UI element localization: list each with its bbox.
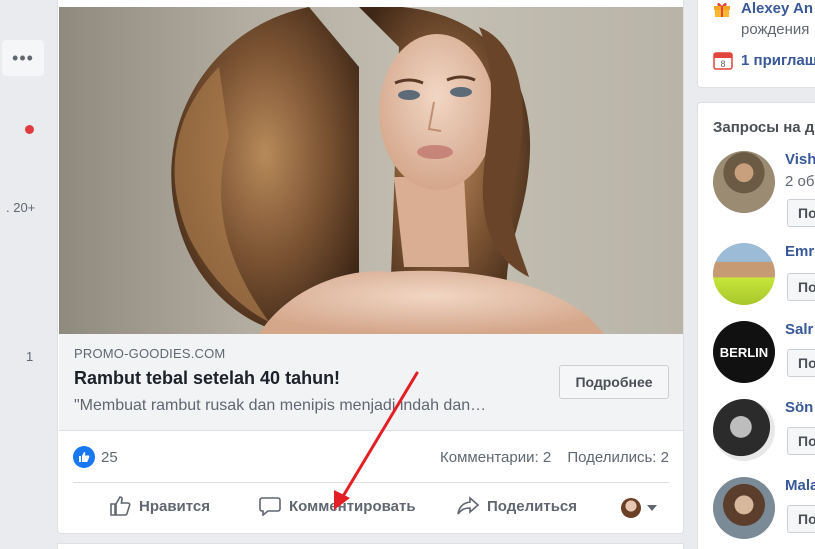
confirm-request-button[interactable]: По [787,427,815,455]
friend-name[interactable]: Salr [785,321,813,338]
gift-icon [714,2,730,17]
berlin-logo-text: BERLIN [719,344,769,360]
avatar[interactable] [713,477,775,539]
avatar[interactable] [713,151,775,213]
friend-name[interactable]: Emr [785,243,814,260]
friend-request-item: Sön По [713,399,815,469]
avatar[interactable] [713,399,775,461]
friend-name[interactable]: Mala [785,477,815,494]
calendar-icon: 8 [713,52,733,70]
friend-request-item: Vish 2 об Под [713,151,815,227]
friend-request-item: BERLIN Salr По [713,321,815,391]
birthday-name[interactable]: Alexey An [741,0,813,17]
friend-request-item: Mala По [713,477,815,547]
confirm-request-button[interactable]: По [787,505,815,533]
confirm-request-button[interactable]: По [787,349,815,377]
red-arrow-annotation [334,371,419,510]
confirm-request-button[interactable]: По [787,273,815,301]
event-invite[interactable]: 8 1 приглаш [713,50,815,70]
friend-name[interactable]: Sön [785,399,813,416]
mutual-friends: 2 об [785,173,815,190]
friend-request-item: Emr По [713,243,815,313]
avatar[interactable]: BERLIN [713,321,775,383]
avatar[interactable] [713,243,775,305]
invite-text: 1 приглаш [741,51,815,69]
birthdays-card: Alexey An рождения 8 1 приглаш [697,0,815,88]
friend-name[interactable]: Vish [785,151,815,168]
birthday-subtext: рождения [741,21,810,38]
svg-text:8: 8 [720,59,725,69]
friend-requests-card: Запросы на д Vish 2 об Под Emr По BERLIN… [697,102,815,549]
friend-requests-title: Запросы на д [713,119,815,136]
confirm-request-button[interactable]: Под [787,199,815,227]
